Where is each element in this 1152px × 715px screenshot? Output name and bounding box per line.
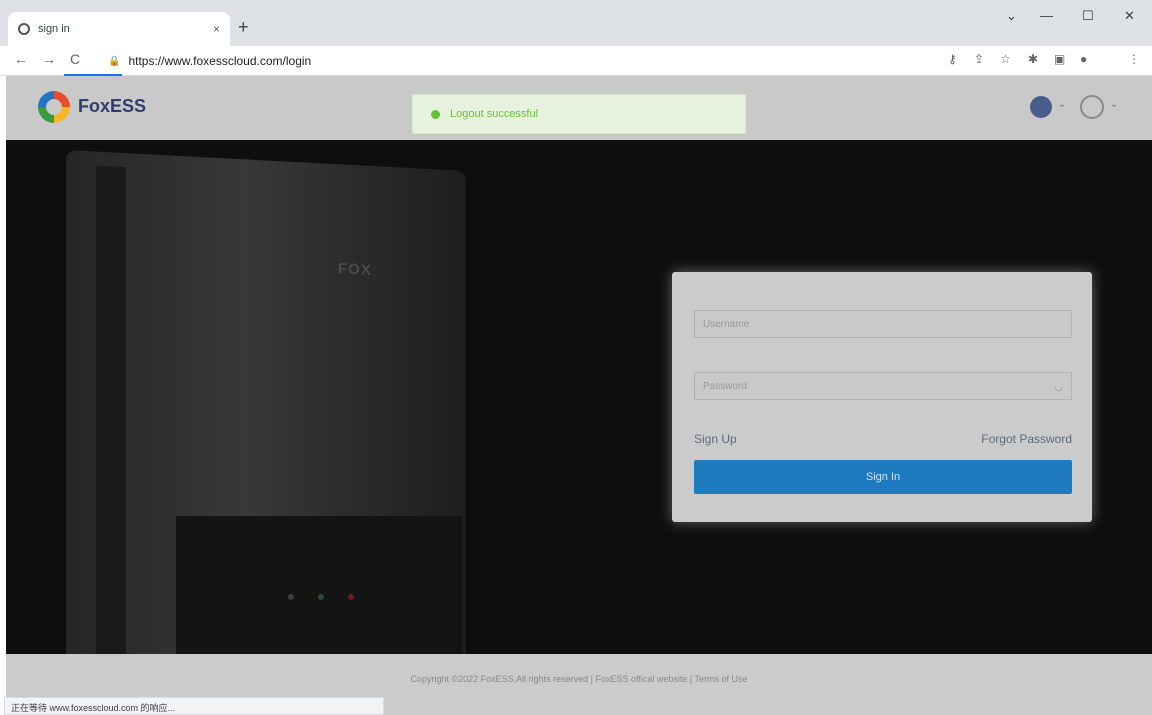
tab-favicon-icon: [18, 23, 30, 35]
footer-copyright: Copyright ©2022 FoxESS,All rights reserv…: [410, 674, 748, 684]
device-logo: FOX: [338, 260, 372, 280]
address-url: https://www.foxesscloud.com/login: [128, 54, 312, 68]
browser-toolbar: ← → C 🔒 https://www.foxesscloud.com/logi…: [0, 46, 1152, 76]
maximize-button[interactable]: ☐: [1082, 8, 1094, 24]
device-led-icon: [318, 594, 324, 600]
password-key-icon[interactable]: ⚷: [948, 52, 957, 66]
username-input[interactable]: Username: [694, 310, 1072, 338]
tab-search-icon[interactable]: ⌄: [1006, 8, 1017, 24]
forward-button[interactable]: →: [42, 51, 56, 67]
logout-toast: Logout successful: [412, 94, 746, 134]
password-placeholder: Password: [703, 380, 747, 392]
show-password-icon[interactable]: ◡: [1054, 382, 1063, 393]
side-panel-icon[interactable]: ▣: [1054, 52, 1065, 66]
browser-menu-icon[interactable]: ⋮: [1128, 52, 1140, 66]
logo-text[interactable]: FoxESS: [78, 96, 146, 117]
foxess-logo-icon[interactable]: [38, 91, 70, 123]
language-globe-icon[interactable]: [1030, 96, 1052, 118]
lock-icon: 🔒: [108, 55, 121, 67]
user-chevron-icon[interactable]: ⌄: [1110, 99, 1118, 110]
tab-close-icon[interactable]: ×: [213, 22, 220, 36]
share-icon[interactable]: ⇪: [974, 52, 984, 66]
password-input[interactable]: Password ◡: [694, 372, 1072, 400]
reload-button[interactable]: C: [70, 51, 80, 67]
device-control-panel: [176, 516, 462, 654]
profile-icon[interactable]: ●: [1080, 52, 1087, 66]
device-led-icon: [288, 594, 294, 600]
sign-in-button[interactable]: Sign In: [694, 460, 1072, 494]
browser-status-bar: 正在等待 www.foxesscloud.com 的响应...: [4, 697, 384, 715]
forgot-password-link[interactable]: Forgot Password: [981, 432, 1072, 446]
bookmark-star-icon[interactable]: ☆: [1000, 52, 1011, 66]
device-led-icon: [348, 594, 354, 600]
back-button[interactable]: ←: [14, 51, 28, 67]
extensions-icon[interactable]: ✱: [1028, 52, 1038, 66]
site-header: FoxESS Logout successful ⌄ ⌄: [6, 76, 1152, 140]
success-check-icon: [431, 109, 440, 119]
language-chevron-icon[interactable]: ⌄: [1058, 99, 1066, 110]
toast-message: Logout successful: [450, 108, 539, 120]
user-menu-icon[interactable]: [1080, 95, 1104, 119]
address-bar[interactable]: 🔒 https://www.foxesscloud.com/login: [108, 50, 928, 72]
tab-title: sign in: [38, 23, 70, 35]
login-card: Username Password ◡ Sign Up Forgot Passw…: [672, 272, 1092, 522]
sign-up-link[interactable]: Sign Up: [694, 432, 737, 446]
new-tab-button[interactable]: +: [238, 17, 249, 38]
browser-tab-bar: sign in × + ⌄ — ☐ ✕: [0, 0, 1152, 46]
minimize-button[interactable]: —: [1040, 8, 1053, 23]
browser-tab[interactable]: sign in ×: [8, 12, 230, 46]
username-placeholder: Username: [703, 318, 750, 330]
device-side-panel: [96, 165, 126, 654]
hero-background: FOX Username Password ◡ Sign Up Forgot P…: [6, 140, 1152, 654]
close-window-button[interactable]: ✕: [1124, 8, 1135, 24]
